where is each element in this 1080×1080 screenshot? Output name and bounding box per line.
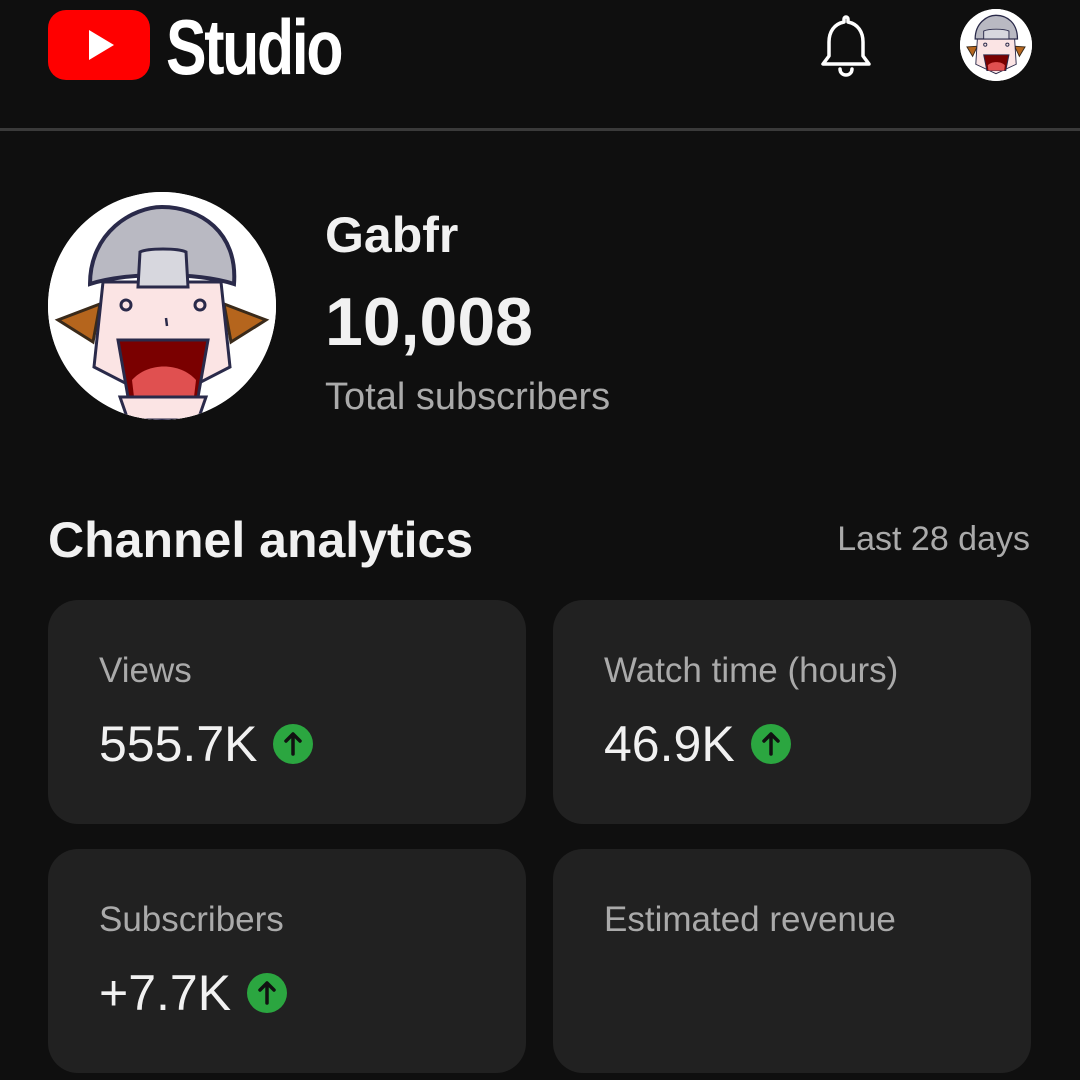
card-label: Estimated revenue	[604, 900, 896, 939]
period-label: Last 28 days	[837, 520, 1030, 558]
account-avatar[interactable]	[960, 9, 1032, 81]
youtube-logo-icon[interactable]	[48, 10, 150, 80]
card-value: 46.9K	[604, 716, 735, 772]
card-label: Views	[99, 651, 192, 690]
channel-name: Gabfr	[325, 207, 459, 263]
subscriber-label: Total subscribers	[325, 376, 611, 418]
studio-wordmark[interactable]: Studio	[166, 2, 344, 92]
card-value: 555.7K	[99, 716, 258, 772]
trend-up-icon	[750, 724, 791, 764]
views-card[interactable]: Views 555.7K	[48, 600, 526, 824]
card-value: +7.7K	[99, 965, 232, 1021]
watch-time-card[interactable]: Watch time (hours) 46.9K	[553, 600, 1031, 824]
channel-analytics-title: Channel analytics	[48, 512, 474, 568]
header-divider	[0, 128, 1080, 131]
channel-avatar[interactable]	[48, 192, 276, 420]
estimated-revenue-card[interactable]: Estimated revenue	[553, 849, 1031, 1073]
subscriber-count: 10,008	[325, 284, 533, 360]
card-value-row: 46.9K	[604, 714, 791, 774]
trend-up-icon	[273, 724, 314, 764]
card-value-row: +7.7K	[99, 963, 288, 1023]
card-label: Subscribers	[99, 900, 284, 939]
app-header: Studio	[0, 0, 1080, 128]
card-label: Watch time (hours)	[604, 651, 899, 690]
trend-up-icon	[247, 973, 288, 1013]
youtube-studio-screen: Studio Gabfr 10,008 Total subscribers Ch…	[0, 0, 1080, 1080]
card-value-row: 555.7K	[99, 714, 314, 774]
subscribers-card[interactable]: Subscribers +7.7K	[48, 849, 526, 1073]
bell-icon[interactable]	[818, 12, 874, 78]
